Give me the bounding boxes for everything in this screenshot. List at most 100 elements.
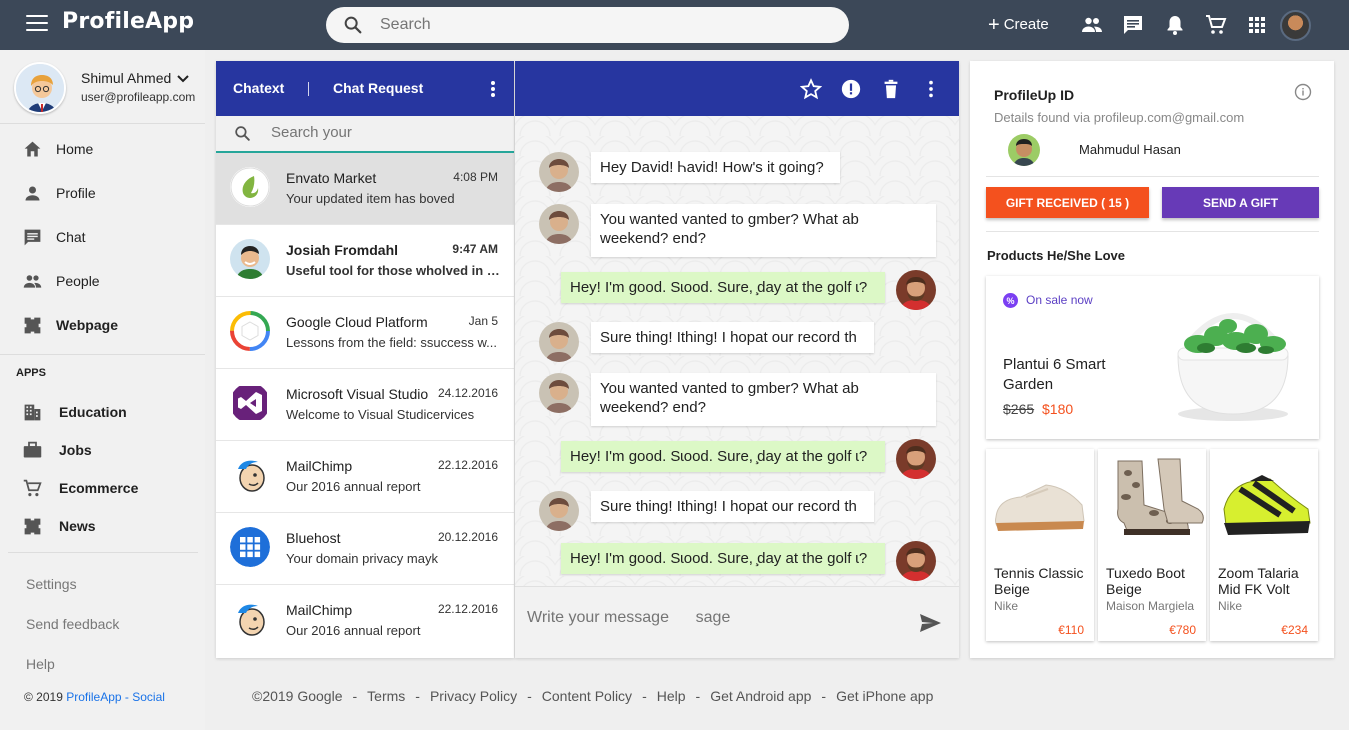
product-name: Tuxedo Boot Beige <box>1106 565 1185 597</box>
people-icon[interactable] <box>1080 13 1104 37</box>
bell-icon[interactable] <box>1163 13 1187 37</box>
help-link[interactable]: Help <box>26 656 55 672</box>
star-icon[interactable] <box>800 78 822 100</box>
sidebar-item-people[interactable]: People <box>0 261 205 301</box>
conversation-item[interactable]: MailChimp 22.12.2016 Our 2016 annual rep… <box>216 441 514 513</box>
settings-link[interactable]: Settings <box>26 576 77 592</box>
search-input[interactable] <box>380 16 800 34</box>
gift-received-button[interactable]: GIFT RECEIVED ( 15 ) <box>986 187 1149 218</box>
conversation-item[interactable]: Envato Market 4:08 PM Your updated item … <box>216 153 514 225</box>
sidebar-item-label: Chat <box>56 229 86 245</box>
footer-separator: - <box>821 688 827 704</box>
footer-separator: - <box>642 688 647 704</box>
footer-link-content-policy[interactable]: Content Policy <box>542 688 632 704</box>
message-bubble: Sure thing! Ithing! I hopat our record t… <box>591 322 874 353</box>
conversation-name: Josiah Fromdahl <box>286 242 399 258</box>
sidebar-item-ecommerce[interactable]: Ecommerce <box>0 468 205 508</box>
plus-icon: + <box>988 13 1000 36</box>
contact-avatar <box>539 152 579 192</box>
footer: ©2019 Google - Terms - Privacy Policy - Con… <box>252 688 933 704</box>
conversation-name: Microsoft Visual Studio <box>286 386 429 402</box>
tab-chat-request[interactable]: Chat Request <box>333 80 423 96</box>
message-line: weekend? end? <box>600 230 706 247</box>
divider <box>0 354 205 355</box>
home-icon <box>24 141 41 156</box>
footer-link-privacy[interactable]: Privacy Policy <box>430 688 517 704</box>
mailchimp-logo <box>230 599 270 639</box>
conversation-time: 4:08 PM <box>453 170 498 184</box>
send-feedback-link[interactable]: Send feedback <box>26 616 119 632</box>
footer-link-iphone[interactable]: Get iPhone app <box>836 688 933 704</box>
chat-list-panel: Chatext Chat Request Envato Market 4:08 … <box>216 61 514 658</box>
conversation-name: Google Cloud Platform <box>286 314 428 330</box>
apps-grid-icon[interactable] <box>1245 13 1269 37</box>
featured-product-card[interactable]: % On sale now Plantui 6 Smart Garden $26… <box>986 276 1319 439</box>
footer-link-android[interactable]: Get Android app <box>710 688 811 704</box>
cart-icon[interactable] <box>1204 13 1228 37</box>
sidebar-item-webpage[interactable]: Webpage <box>0 305 205 345</box>
sidebar-item-chat[interactable]: Chat <box>0 217 205 257</box>
alert-icon[interactable] <box>840 78 862 100</box>
contact-avatar <box>539 373 579 413</box>
delete-icon[interactable] <box>880 78 902 100</box>
product-card[interactable]: Zoom Talaria Mid FK Volt Nike €234 <box>1210 449 1318 641</box>
conversation-item[interactable]: Bluehost 20.12.2016 Your domain privacy … <box>216 513 514 585</box>
profile-header[interactable]: Shimul Ahmed user@profileapp.com <box>0 50 205 124</box>
conversation-preview: Your updated item has boved <box>286 191 455 206</box>
conversation-item[interactable]: Google Cloud Platform Jan 5 Lessons from… <box>216 297 514 369</box>
info-icon[interactable] <box>1294 83 1312 101</box>
product-card[interactable]: Tuxedo Boot Beige Maison Margiela €780 <box>1098 449 1206 641</box>
user-avatar[interactable] <box>1280 10 1311 41</box>
mailchimp-logo <box>230 455 270 495</box>
conversation-item[interactable]: Josiah Fromdahl 9:47 AM Useful tool for … <box>216 225 514 297</box>
footer-copyright: ©2019 Google <box>252 688 343 704</box>
sidebar-item-label: Webpage <box>56 317 118 333</box>
footer-link-terms[interactable]: Terms <box>367 688 405 704</box>
message-area: Hey David! Ꮒavid! How's it going? You wa… <box>515 116 959 586</box>
message-composer <box>515 586 959 658</box>
search-bar[interactable] <box>326 7 849 43</box>
send-gift-button[interactable]: SEND A GIFT <box>1162 187 1319 218</box>
message-bubble: Hey! I'm good. Sɩood. Sure, ̧day at the … <box>561 272 885 303</box>
copyright-link[interactable]: ProfileApp - Social <box>66 690 165 704</box>
chat-window: Hey David! Ꮒavid! How's it going? You wa… <box>515 61 959 658</box>
message-input[interactable] <box>527 609 897 627</box>
chat-search-input[interactable] <box>271 124 491 141</box>
profile-email: user@profileapp.com <box>81 90 196 104</box>
chevron-down-icon[interactable] <box>176 72 190 86</box>
more-vert-icon[interactable] <box>488 79 498 99</box>
sidebar-item-news[interactable]: News <box>0 506 205 546</box>
footer-link-help[interactable]: Help <box>657 688 686 704</box>
conversation-time: 22.12.2016 <box>437 458 498 472</box>
sidebar-item-label: People <box>56 273 100 289</box>
send-icon[interactable] <box>918 612 942 634</box>
product-price: €780 <box>1169 623 1196 637</box>
product-name: Tennis Classic Beige <box>994 565 1084 597</box>
message-bubble: You wanted vanted to gmber? What ab week… <box>591 373 936 426</box>
footer-separator: - <box>352 688 358 704</box>
message-bubble: Hey! I'm good. Sɩood. Sure, ̧day at the … <box>561 441 885 472</box>
product-price: €110 <box>1058 623 1084 637</box>
chat-icon[interactable] <box>1121 13 1145 37</box>
app-logo[interactable]: ProfileApp <box>62 9 194 34</box>
message-bubble: Hey! I'm good. Sɩood. Sure, ̧day at the … <box>561 543 885 574</box>
product-price: €234 <box>1281 623 1308 637</box>
sidebar-item-education[interactable]: Education <box>0 392 205 432</box>
message-line: weekend? end? <box>600 399 706 416</box>
sidebar-item-jobs[interactable]: Jobs <box>0 430 205 470</box>
envato-logo <box>230 167 270 207</box>
product-card[interactable]: Tennis Classic Beige Nike €110 <box>986 449 1094 641</box>
contact-avatar <box>539 322 579 362</box>
hamburger-menu-icon[interactable] <box>26 15 48 33</box>
sidebar-item-home[interactable]: Home <box>0 129 205 169</box>
create-button[interactable]: + Create <box>988 13 1049 36</box>
tab-chatext[interactable]: Chatext <box>233 80 284 96</box>
conversation-item[interactable]: Microsoft Visual Studio 24.12.2016 Welco… <box>216 369 514 441</box>
conversation-item[interactable]: MailChimp 22.12.2016 Our 2016 annual rep… <box>216 585 514 657</box>
sidebar-item-profile[interactable]: Profile <box>0 173 205 213</box>
contact-avatar <box>539 491 579 531</box>
more-vert-icon[interactable] <box>920 78 942 100</box>
conversation-name: Envato Market <box>286 170 377 186</box>
profile-name: Shimul Ahmed <box>81 70 172 86</box>
conversation-preview: Our 2016 annual report <box>286 479 421 494</box>
